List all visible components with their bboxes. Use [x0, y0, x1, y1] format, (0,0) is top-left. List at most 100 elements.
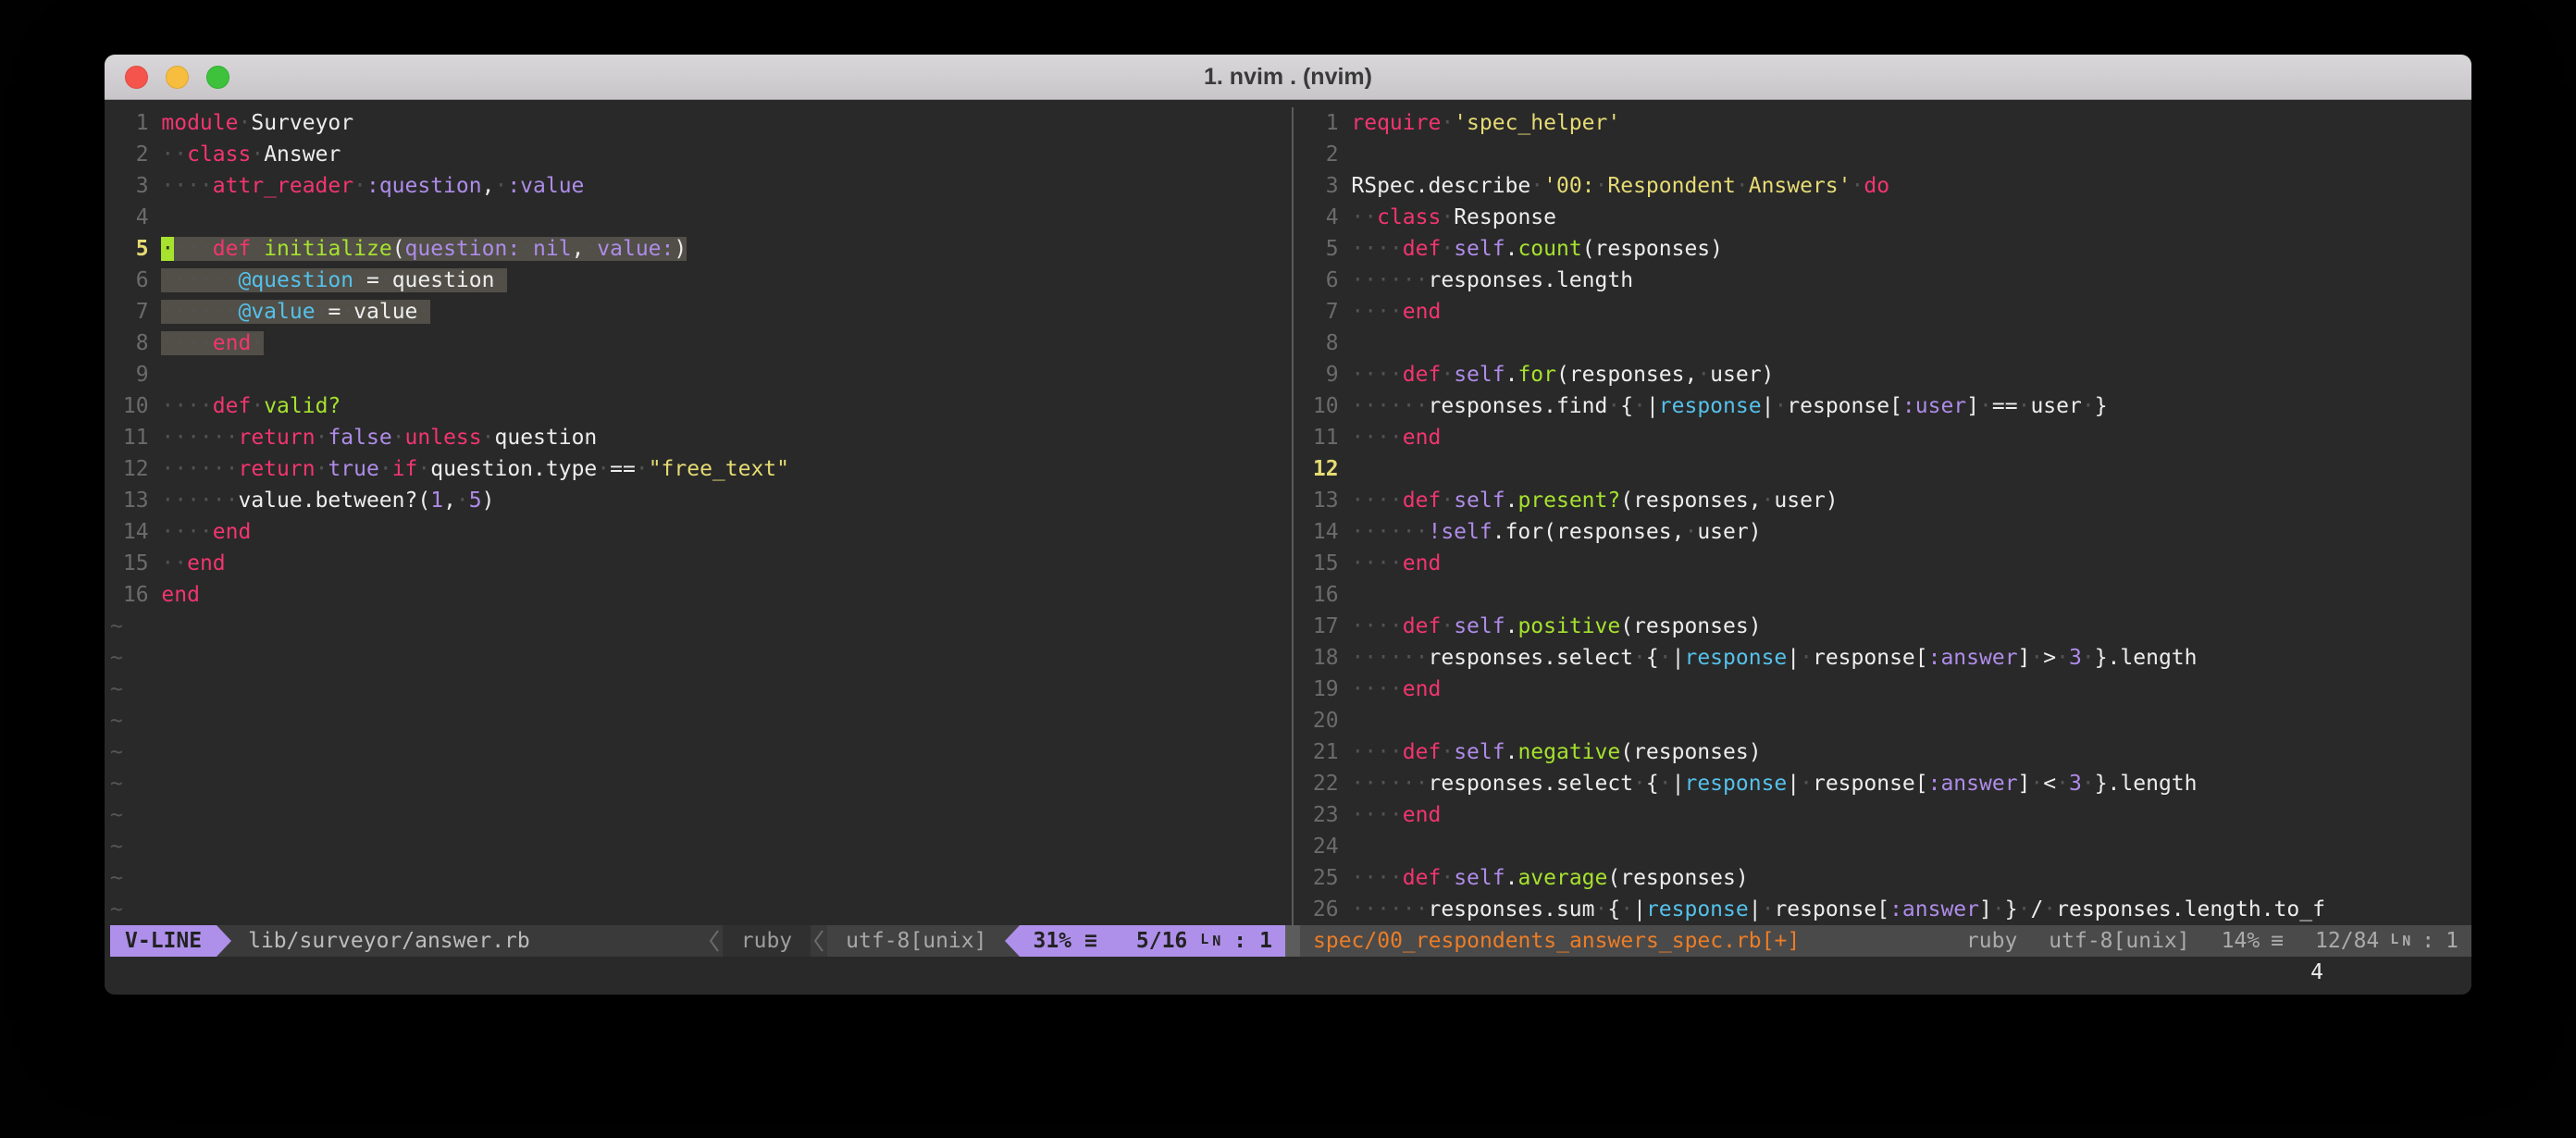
line-number: 5 [1300, 237, 1351, 261]
code-line: 3 RSpec.describe·'00:·Respondent·Answers… [1300, 170, 2471, 202]
code-line: 25 ····def·self.average(responses) [1300, 862, 2471, 894]
line-number: 17 [1300, 614, 1351, 638]
colon-separator: : [1233, 925, 1246, 957]
pending-command-count: 4 [2310, 957, 2323, 988]
line-number-icon: LN [2390, 927, 2410, 955]
code-line: ~ [110, 611, 1285, 642]
code-line: 7 ······@value·=·value· [110, 296, 1285, 328]
code-line: 7 ····end [1300, 296, 2471, 328]
line-position: 5/16 [1136, 925, 1187, 957]
line-number: 11 [1300, 426, 1351, 450]
line-number: 8 [110, 331, 161, 355]
filename-right: spec/00_respondents_answers_spec.rb[+] [1313, 925, 1935, 957]
code-line: 21 ····def·self.negative(responses) [1300, 736, 2471, 768]
zoom-button[interactable] [206, 66, 229, 89]
terminal-content: 1 module·Surveyor 2 ··class·Answer 3 ···… [105, 100, 2471, 995]
code-line: 9 ····def·self.for(responses,·user) [1300, 359, 2471, 390]
segment-separator-icon [811, 925, 827, 957]
encoding-left: utf-8[unix] [827, 925, 1005, 957]
line-number: 9 [110, 363, 161, 387]
desktop: 1. nvim . (nvim) 1 module·Surveyor 2 ··c… [0, 0, 2576, 1138]
line-number: 16 [110, 583, 161, 607]
segment-separator-icon [706, 925, 723, 957]
command-line[interactable]: 4 [110, 957, 2471, 988]
line-number: 25 [1300, 866, 1351, 890]
line-number: 2 [110, 142, 161, 167]
code-line: 1 require·'spec_helper' [1300, 107, 2471, 139]
column-number: 1 [2446, 925, 2458, 957]
line-number: 14 [1300, 520, 1351, 544]
line-number: 15 [1300, 551, 1351, 575]
line-number: 12 [1300, 457, 1351, 481]
line-number: 12 [110, 457, 161, 481]
code-line: 11 ······return·false·unless·question [110, 422, 1285, 453]
line-number: 6 [110, 268, 161, 292]
code-line: 13 ····def·self.present?(responses,·user… [1300, 485, 2471, 516]
line-number: 22 [1300, 772, 1351, 796]
code-line: ~ [110, 642, 1285, 674]
code-line: 14 ····end [110, 516, 1285, 548]
line-number: 11 [110, 426, 161, 450]
empty-line-tilde: ~ [110, 803, 123, 827]
code-line: 19 ····end [1300, 674, 2471, 705]
statusline-left: V-LINE lib/surveyor/answer.rb ruby utf-8… [110, 925, 1285, 957]
code-line: ~ [110, 894, 1285, 925]
code-line: ~ [110, 705, 1285, 736]
line-number: 23 [1300, 803, 1351, 827]
code-line: 12 ······return·true·if·question.type·==… [110, 453, 1285, 485]
minimize-button[interactable] [166, 66, 189, 89]
code-line: 16 end [110, 579, 1285, 611]
code-line: 4 ··class·Response [1300, 202, 2471, 233]
column-number: 1 [1259, 925, 1272, 957]
code-line: ~ [110, 799, 1285, 831]
percent-right: 14% ≡ [2222, 925, 2284, 957]
empty-line-tilde: ~ [110, 614, 123, 638]
line-number: 1 [1300, 111, 1351, 135]
code-line: 16 [1300, 579, 2471, 611]
code-line: 10 ······responses.find·{·|response|·res… [1300, 390, 2471, 422]
close-button[interactable] [125, 66, 148, 89]
code-line: 17 ····def·self.positive(responses) [1300, 611, 2471, 642]
line-number: 7 [1300, 300, 1351, 324]
code-line: ~ [110, 674, 1285, 705]
code-line: 23 ····end [1300, 799, 2471, 831]
line-number-icon: LN [1200, 927, 1220, 955]
empty-line-tilde: ~ [110, 677, 123, 701]
vertical-split-separator[interactable] [1285, 107, 1300, 925]
line-number: 2 [1300, 142, 1351, 167]
code-line: 24 [1300, 831, 2471, 862]
position-right: 12/84 LN : 1 [2315, 925, 2458, 957]
code-line: 13 ······value.between?(1,·5) [110, 485, 1285, 516]
code-line: 5 ····def·self.count(responses) [1300, 233, 2471, 265]
editor-pane-right[interactable]: 1 require·'spec_helper' 2 3 RSpec.descri… [1300, 107, 2471, 925]
line-number: 1 [110, 111, 161, 135]
line-number: 3 [1300, 174, 1351, 198]
code-line: 4 [110, 202, 1285, 233]
filetype-right: ruby [1966, 925, 2017, 957]
line-number: 20 [1300, 709, 1351, 733]
line-number: 9 [1300, 363, 1351, 387]
code-line: 12 [1300, 453, 2471, 485]
code-line: 1 module·Surveyor [110, 107, 1285, 139]
line-number: 18 [1300, 646, 1351, 670]
statusline-separator [1285, 925, 1300, 957]
code-line: ~ [110, 768, 1285, 799]
code-line: 10 ····def·valid? [110, 390, 1285, 422]
statusline-right: spec/00_respondents_answers_spec.rb[+] r… [1300, 925, 2471, 957]
code-line: 9 [110, 359, 1285, 390]
code-line: 3 ····attr_reader·:question,·:value [110, 170, 1285, 202]
line-number: 8 [1300, 331, 1351, 355]
code-line: ~ [110, 831, 1285, 862]
line-number: 5 [110, 237, 161, 261]
window-titlebar[interactable]: 1. nvim . (nvim) [105, 55, 2471, 100]
terminal-window[interactable]: 1. nvim . (nvim) 1 module·Surveyor 2 ··c… [105, 55, 2471, 995]
filetype-left: ruby [723, 925, 811, 957]
empty-line-tilde: ~ [110, 709, 123, 733]
lines-icon: ≡ [2271, 925, 2284, 957]
line-number: 16 [1300, 583, 1351, 607]
line-number: 10 [1300, 394, 1351, 418]
lines-icon: ≡ [1084, 925, 1097, 957]
code-line: 15 ··end [110, 548, 1285, 579]
filename-left: lib/surveyor/answer.rb [231, 925, 706, 957]
editor-pane-left[interactable]: 1 module·Surveyor 2 ··class·Answer 3 ···… [110, 107, 1285, 925]
